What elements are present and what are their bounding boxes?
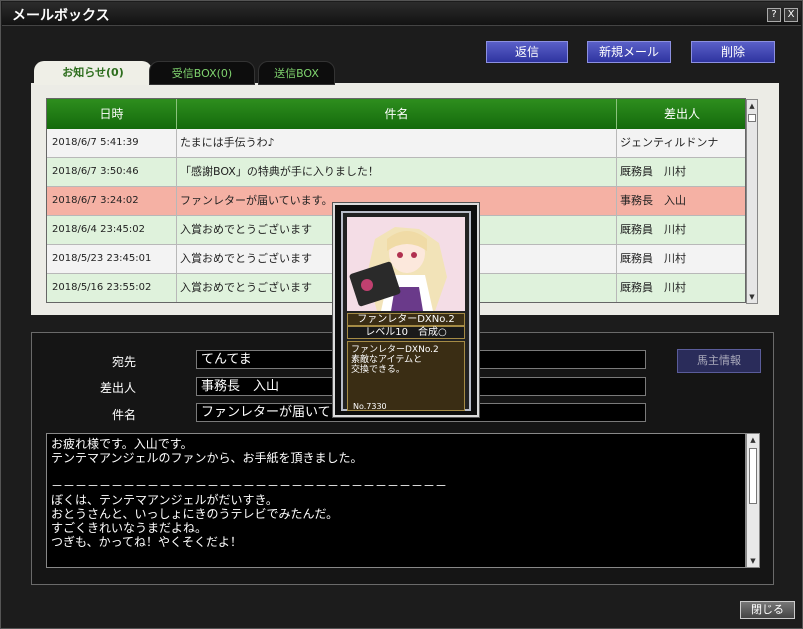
- subject-label: 件名: [111, 408, 136, 422]
- table-row[interactable]: 2018/6/7 5:41:39 たまには手伝うわ♪ ジェンティルドンナ: [47, 129, 745, 158]
- column-header-from[interactable]: 差出人: [617, 99, 745, 129]
- owner-info-button[interactable]: 馬主情報: [677, 349, 761, 373]
- cell-date: 2018/5/23 23:45:01: [47, 245, 177, 273]
- cell-from: 事務長 入山: [620, 194, 686, 207]
- reply-button[interactable]: 返信: [486, 41, 568, 63]
- tab-notices[interactable]: お知らせ(0): [34, 61, 152, 85]
- column-header-subject[interactable]: 件名: [177, 99, 617, 129]
- item-card-popup: ファンレターDXNo.2 レベル10 合成○ ファンレターDXNo.2 素敵なア…: [333, 203, 479, 417]
- window-title: メールボックス: [12, 8, 110, 24]
- mail-body-scrollbar[interactable]: ▲ ▼: [746, 433, 760, 568]
- scroll-up-icon[interactable]: ▲: [748, 435, 758, 445]
- card-number: No.7330: [353, 402, 387, 411]
- tab-sent[interactable]: 送信BOX: [258, 61, 335, 85]
- cell-date: 2018/6/7 5:41:39: [47, 129, 177, 157]
- mail-list-scrollbar[interactable]: ▲ ▼: [746, 99, 758, 304]
- table-header: 日時 件名 差出人: [47, 99, 745, 129]
- from-label: 差出人: [99, 381, 136, 395]
- scroll-thumb[interactable]: [748, 114, 756, 122]
- mailbox-window: メールボックス ? X 返信 新規メール 削除 お知らせ(0) 受信BOX(0)…: [0, 0, 803, 629]
- card-description: ファンレターDXNo.2 素敵なアイテムと 交換できる。: [347, 341, 465, 411]
- tab-inbox[interactable]: 受信BOX(0): [149, 61, 255, 85]
- delete-button[interactable]: 削除: [691, 41, 775, 63]
- table-row[interactable]: 2018/6/7 3:50:46 「感謝BOX」の特典が手に入りました！ 厩務員…: [47, 158, 745, 187]
- help-button[interactable]: ?: [767, 8, 781, 22]
- mail-body: お疲れ様です。入山です。 テンテマアンジェルのファンから、お手紙を頂きました。 …: [46, 433, 746, 568]
- card-name: ファンレターDXNo.2: [347, 313, 465, 326]
- title-bar: メールボックス ? X: [2, 2, 801, 26]
- cell-from: 厩務員 川村: [620, 165, 686, 178]
- to-label: 宛先: [111, 355, 136, 369]
- cell-date: 2018/5/16 23:55:02: [47, 274, 177, 302]
- cell-date: 2018/6/4 23:45:02: [47, 216, 177, 244]
- card-art-icon: [347, 217, 465, 311]
- cell-from: 厩務員 川村: [620, 252, 686, 265]
- card-illustration: [347, 217, 465, 311]
- close-button[interactable]: 閉じる: [740, 601, 795, 619]
- window-close-button[interactable]: X: [784, 8, 798, 22]
- column-header-date[interactable]: 日時: [47, 99, 177, 129]
- scroll-down-icon[interactable]: ▼: [748, 292, 756, 302]
- cell-subject: 「感謝BOX」の特典が手に入りました！: [177, 158, 617, 186]
- new-mail-button[interactable]: 新規メール: [587, 41, 671, 63]
- scroll-down-icon[interactable]: ▼: [748, 556, 758, 566]
- cell-from: 厩務員 川村: [620, 223, 686, 236]
- scroll-thumb[interactable]: [749, 448, 757, 504]
- cell-date: 2018/6/7 3:50:46: [47, 158, 177, 186]
- cell-from: ジェンティルドンナ: [620, 136, 719, 149]
- cell-subject: たまには手伝うわ♪: [177, 129, 617, 157]
- scroll-up-icon[interactable]: ▲: [748, 101, 756, 111]
- cell-from: 厩務員 川村: [620, 281, 686, 294]
- cell-date: 2018/6/7 3:24:02: [47, 187, 177, 215]
- card-level: レベル10 合成○: [347, 326, 465, 339]
